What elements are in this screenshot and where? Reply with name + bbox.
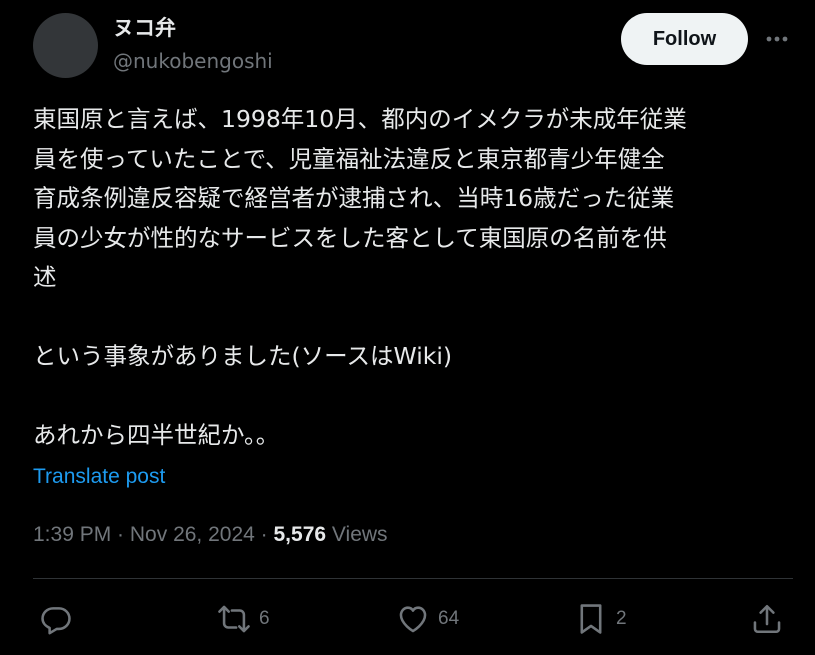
meta-separator: · xyxy=(254,523,274,546)
more-options-button[interactable] xyxy=(761,24,793,54)
views-label: Views xyxy=(326,523,388,546)
more-icon xyxy=(766,36,788,42)
repost-button[interactable]: 6 xyxy=(217,596,270,642)
bookmark-icon xyxy=(580,604,602,634)
bookmark-button[interactable]: 2 xyxy=(574,596,627,642)
bookmark-count: 2 xyxy=(616,608,627,629)
post-text-line: 述 xyxy=(33,263,57,291)
post-text-line: 育成条例違反容疑で経営者が逮捕され、当時16歳だった従業 xyxy=(33,184,675,212)
repost-count: 6 xyxy=(259,608,270,629)
display-name[interactable]: ヌコ弁 xyxy=(113,14,176,42)
repost-icon xyxy=(218,605,250,633)
post-time[interactable]: 1:39 PM xyxy=(33,523,111,546)
post-text-line: 員を使っていたことで、児童福祉法違反と東京都青少年健全 xyxy=(33,144,665,173)
like-count: 64 xyxy=(438,608,460,629)
share-button[interactable] xyxy=(750,596,792,642)
reply-button[interactable] xyxy=(39,596,81,642)
action-bar: 6 64 2 xyxy=(33,596,793,642)
translate-post-link[interactable]: Translate post xyxy=(33,462,165,492)
divider xyxy=(33,578,793,579)
post-text: 東国原と言えば、1998年10月、都内のイメクラが未成年従業 員を使っていたこと… xyxy=(33,100,793,456)
post-detail: ヌコ弁 @nukobengoshi Follow 東国原と言えば、1998年10… xyxy=(0,0,815,655)
like-button[interactable]: 64 xyxy=(396,596,459,642)
avatar[interactable] xyxy=(33,13,98,78)
share-icon xyxy=(753,604,781,634)
post-text-line xyxy=(33,377,793,417)
user-handle[interactable]: @nukobengoshi xyxy=(113,47,273,75)
reply-icon xyxy=(41,607,71,635)
post-date[interactable]: Nov 26, 2024 xyxy=(130,523,255,546)
post-text-line: 員の少女が性的なサービスをした客として東国原の名前を供 xyxy=(33,223,667,252)
post-meta: 1:39 PM · Nov 26, 2024 · 5,576 Views xyxy=(33,520,388,550)
post-text-line: あれから四半世紀か。。 xyxy=(33,421,280,449)
post-text-line: という事象がありました(ソースはWiki) xyxy=(33,342,453,370)
follow-button[interactable]: Follow xyxy=(621,13,748,65)
views-count: 5,576 xyxy=(273,523,327,546)
post-text-line: 東国原と言えば、1998年10月、都内のイメクラが未成年従業 xyxy=(33,105,687,133)
heart-icon xyxy=(399,606,427,633)
post-text-line xyxy=(33,298,793,338)
meta-separator: · xyxy=(111,523,130,546)
